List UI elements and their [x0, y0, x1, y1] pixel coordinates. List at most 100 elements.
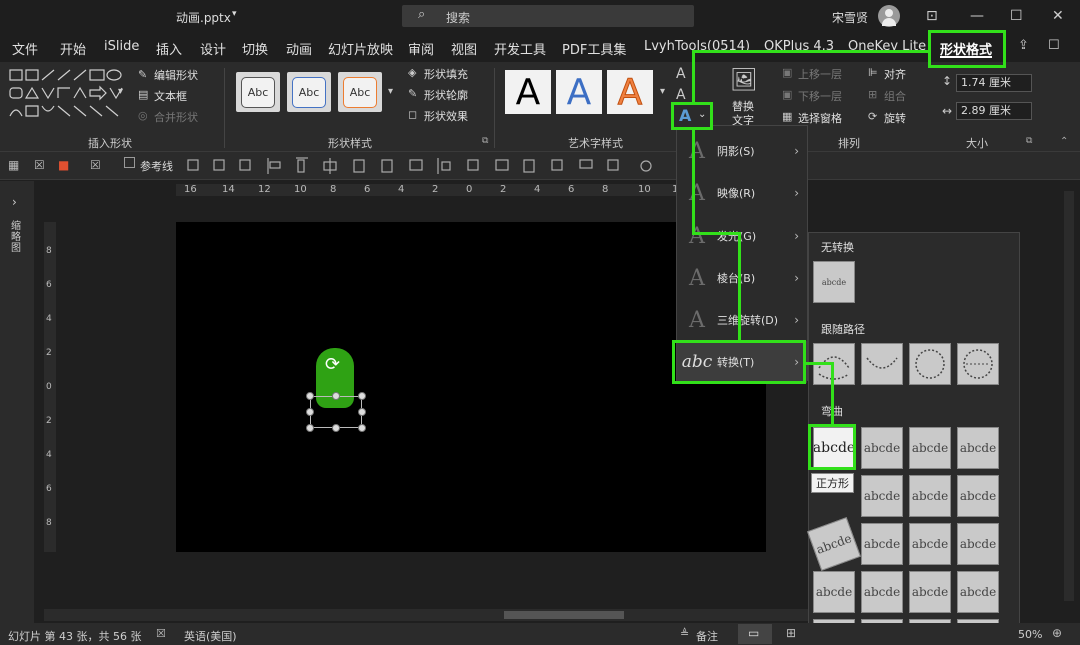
collapse-ribbon-icon[interactable]: ⌃ [1060, 136, 1068, 147]
wordart-preset-orange[interactable]: A [607, 70, 653, 114]
tab-design[interactable]: 设计 [200, 39, 226, 58]
bring-forward-button[interactable]: 上移一层 [798, 66, 842, 82]
maximize-icon[interactable]: ☐ [1010, 8, 1023, 24]
scrollbar-thumb[interactable] [504, 611, 624, 619]
wordart-more-icon[interactable]: ▾ [660, 86, 665, 97]
shape-outline-button[interactable]: 形状轮廓 [424, 87, 468, 103]
send-backward-button[interactable]: 下移一层 [798, 88, 842, 104]
selection-pane-button[interactable]: 选择窗格 [798, 110, 842, 126]
warp-thumb[interactable]: abcde [909, 571, 951, 613]
tab-insert[interactable]: 插入 [156, 39, 182, 58]
file-name[interactable]: 动画.pptx [176, 9, 231, 26]
menu-item-glow[interactable]: A 发光(G) › [677, 215, 807, 257]
shape-style-preset-3[interactable]: Abc [338, 72, 382, 112]
vertical-scrollbar[interactable] [1064, 191, 1074, 601]
dialog-launcher-icon[interactable]: ⧉ [482, 136, 488, 146]
warp-thumb[interactable]: abcde [909, 475, 951, 517]
textbox-button[interactable]: 文本框 [154, 88, 187, 104]
warp-thumb[interactable]: abcde [909, 427, 951, 469]
warp-thumb[interactable]: abcde [957, 571, 999, 613]
merge-shapes-button[interactable]: 合并形状 [154, 109, 198, 125]
user-name[interactable]: 宋雪贤 [832, 9, 868, 26]
warp-thumb[interactable]: abcde [807, 517, 861, 571]
warp-thumb[interactable]: abcde [909, 523, 951, 565]
shape-style-preset-1[interactable]: Abc [236, 72, 280, 112]
zoom-level[interactable]: 50% [1018, 628, 1042, 641]
minimize-icon[interactable]: — [970, 8, 984, 24]
warp-thumb[interactable]: abcde [813, 571, 855, 613]
tab-file[interactable]: 文件 [12, 39, 38, 58]
tab-pdf-tools[interactable]: PDF工具集 [562, 39, 626, 58]
follow-path-circle-thumb[interactable] [909, 343, 951, 385]
text-fill-icon[interactable]: A [676, 66, 686, 82]
language-indicator[interactable]: 英语(美国) [184, 628, 237, 644]
rotate-handle-icon[interactable]: ⟳ [325, 354, 340, 375]
warp-thumb[interactable]: abcde [861, 571, 903, 613]
ribbon-display-icon[interactable]: ⊡ [926, 8, 938, 24]
share-icon[interactable]: ⇪ [1018, 38, 1029, 53]
follow-path-button-thumb[interactable] [957, 343, 999, 385]
expand-panel-icon[interactable]: › [12, 195, 17, 209]
tab-developer[interactable]: 开发工具 [494, 39, 546, 58]
close-icon[interactable]: ✕ [1052, 8, 1064, 24]
toolbar-icon[interactable]: ☒ [34, 158, 45, 172]
text-outline-icon[interactable]: A [676, 87, 686, 103]
resize-handle[interactable] [332, 424, 340, 432]
toolbar-icon[interactable]: ▦ [8, 158, 19, 172]
shape-gallery[interactable] [8, 68, 126, 122]
tab-review[interactable]: 审阅 [408, 39, 434, 58]
notes-button[interactable]: 备注 [696, 628, 718, 644]
shape-style-preset-2[interactable]: Abc [287, 72, 331, 112]
shape-fill-button[interactable]: 形状填充 [424, 66, 468, 82]
align-button[interactable]: 对齐 [884, 66, 906, 82]
follow-path-arch-down-thumb[interactable] [861, 343, 903, 385]
group-button[interactable]: 组合 [884, 88, 906, 104]
no-transform-thumb[interactable]: abcde [813, 261, 855, 303]
resize-handle[interactable] [358, 408, 366, 416]
slide-sorter-icon[interactable]: ⊞ [786, 626, 796, 640]
warp-thumb[interactable]: abcde [957, 475, 999, 517]
shape-gallery-more-icon[interactable]: ▾ [118, 86, 123, 97]
thumbnail-panel[interactable]: › 缩略图 [0, 181, 34, 623]
tab-islide[interactable]: iSlide [104, 39, 139, 54]
warp-thumb[interactable]: abcde [861, 475, 903, 517]
resize-handle[interactable] [306, 408, 314, 416]
wordart-preset-black[interactable]: A [505, 70, 551, 114]
guides-checkbox[interactable] [124, 157, 135, 168]
warp-thumb[interactable]: abcde [957, 523, 999, 565]
text-effects-dropdown-button[interactable]: A ⌄ [671, 102, 713, 130]
spellcheck-icon[interactable]: ☒ [156, 627, 166, 640]
avatar[interactable] [878, 5, 900, 27]
menu-item-shadow[interactable]: A 阴影(S) › [677, 130, 807, 172]
tab-home[interactable]: 开始 [60, 39, 86, 58]
size-dialog-launcher-icon[interactable]: ⧉ [1026, 136, 1032, 146]
resize-handle[interactable] [306, 392, 314, 400]
fit-to-window-icon[interactable]: ⊕ [1052, 626, 1062, 640]
wordart-preset-blue[interactable]: A [556, 70, 602, 114]
chevron-down-icon[interactable]: ▾ [232, 9, 237, 19]
height-input[interactable]: 1.74 厘米 [956, 74, 1032, 92]
tab-view[interactable]: 视图 [451, 39, 477, 58]
alignment-tools-icon[interactable] [184, 156, 664, 176]
width-input[interactable]: 2.89 厘米 [956, 102, 1032, 120]
tab-transitions[interactable]: 切换 [242, 39, 268, 58]
resize-handle[interactable] [306, 424, 314, 432]
toolbar-icon[interactable]: ☒ [90, 158, 101, 172]
warp-thumb[interactable]: abcde [861, 427, 903, 469]
shape-style-more-icon[interactable]: ▾ [388, 86, 393, 97]
tab-slideshow[interactable]: 幻灯片放映 [328, 39, 393, 58]
menu-item-reflection[interactable]: A 映像(R) › [677, 172, 807, 214]
menu-item-3d-rotation[interactable]: A 三维旋转(D) › [677, 299, 807, 341]
resize-handle[interactable] [332, 392, 340, 400]
edit-shape-button[interactable]: 编辑形状 [154, 67, 198, 83]
warp-thumb[interactable]: abcde [957, 427, 999, 469]
menu-item-bevel[interactable]: A 棱台(B) › [677, 257, 807, 299]
tab-animations[interactable]: 动画 [286, 39, 312, 58]
resize-handle[interactable] [358, 424, 366, 432]
warp-thumb[interactable]: abcde [861, 523, 903, 565]
toolbar-color-icon[interactable]: ■ [58, 158, 69, 172]
rotate-button[interactable]: 旋转 [884, 110, 906, 126]
search-box[interactable]: ⌕ 搜索 [402, 5, 694, 27]
resize-handle[interactable] [358, 392, 366, 400]
comment-icon[interactable]: ☐ [1048, 38, 1060, 53]
